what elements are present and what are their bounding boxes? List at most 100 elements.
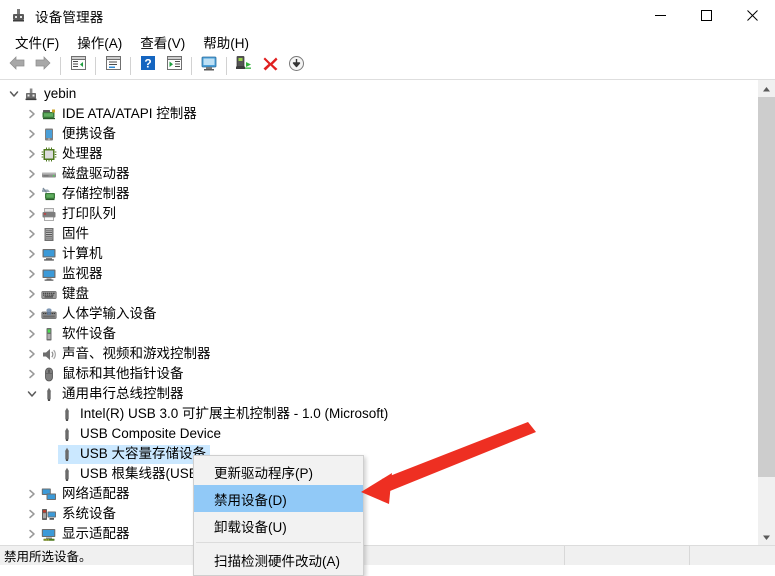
chevron-placeholder-icon: [42, 426, 58, 442]
close-button[interactable]: [729, 0, 775, 31]
tree-node-label: 网络适配器: [62, 486, 130, 501]
chevron-right-icon[interactable]: [24, 346, 40, 362]
scroll-up-button[interactable]: [758, 80, 775, 97]
ctx-disable-device[interactable]: 禁用设备(D): [194, 485, 363, 512]
context-menu[interactable]: 更新驱动程序(P) 禁用设备(D) 卸载设备(U) 扫描检测硬件改动(A): [193, 455, 364, 576]
scroll-up-arrow-icon: [762, 80, 771, 98]
toolbar-scan-list[interactable]: [161, 54, 187, 78]
device-manager-window: 设备管理器 文件(F) 操作(A) 查看(V) 帮助(H) ? yebin ID…: [0, 0, 775, 576]
menu-help[interactable]: 帮助(H): [194, 30, 258, 54]
toolbar-back[interactable]: [4, 54, 30, 78]
menu-view[interactable]: 查看(V): [131, 30, 194, 54]
tree-node-label: USB Composite Device: [80, 426, 222, 441]
chevron-right-icon[interactable]: [24, 326, 40, 342]
tree-node-17[interactable]: USB 大容量存储设备: [0, 444, 753, 464]
tree-node-label: 固件: [62, 226, 89, 241]
chevron-right-icon[interactable]: [24, 166, 40, 182]
chevron-right-icon[interactable]: [24, 526, 40, 542]
menu-file[interactable]: 文件(F): [6, 30, 68, 54]
menu-bar: 文件(F) 操作(A) 查看(V) 帮助(H): [0, 31, 775, 52]
tree-node-label: 键盘: [62, 286, 89, 301]
tree-node-3[interactable]: 磁盘驱动器: [0, 164, 753, 184]
tree-node-20[interactable]: 系统设备: [0, 504, 753, 524]
chevron-right-icon[interactable]: [24, 286, 40, 302]
tree-node-label: IDE ATA/ATAPI 控制器: [62, 106, 197, 121]
scrollbar-thumb[interactable]: [758, 97, 775, 477]
toolbar-update-driver[interactable]: [196, 54, 222, 78]
tree-node-label: yebin: [44, 86, 77, 101]
tree-node-4[interactable]: 存储控制器: [0, 184, 753, 204]
toolbar-properties[interactable]: [100, 54, 126, 78]
chevron-right-icon[interactable]: [24, 366, 40, 382]
chevron-right-icon[interactable]: [24, 126, 40, 142]
tree-node-label: 鼠标和其他指针设备: [62, 366, 184, 381]
usb-device-icon: [58, 406, 76, 422]
scroll-down-button[interactable]: [758, 528, 775, 545]
toolbar-scan-hardware[interactable]: [283, 54, 309, 78]
scrollbar-track[interactable]: [758, 97, 775, 528]
usb-device-icon: [58, 466, 76, 482]
chevron-right-icon[interactable]: [24, 226, 40, 242]
tree-node-16[interactable]: USB Composite Device: [0, 424, 753, 444]
tree-node-9[interactable]: 键盘: [0, 284, 753, 304]
ctx-update-driver[interactable]: 更新驱动程序(P): [194, 458, 363, 485]
tree-node-label: 声音、视频和游戏控制器: [62, 346, 211, 361]
maximize-button[interactable]: [683, 0, 729, 31]
toolbar-enable-device[interactable]: [231, 54, 257, 78]
software-device-icon: [40, 326, 58, 342]
tree-node-11[interactable]: 软件设备: [0, 324, 753, 344]
toolbar-uninstall-device[interactable]: [257, 54, 283, 78]
toolbar-help[interactable]: ?: [135, 54, 161, 78]
toolbar-console-tree[interactable]: [65, 54, 91, 78]
chevron-right-icon[interactable]: [24, 266, 40, 282]
ctx-uninstall-device[interactable]: 卸载设备(U): [194, 512, 363, 539]
svg-text:?: ?: [144, 57, 151, 71]
tree-node-6[interactable]: 固件: [0, 224, 753, 244]
tree-node-14[interactable]: 通用串行总线控制器: [0, 384, 753, 404]
chevron-right-icon[interactable]: [24, 486, 40, 502]
menu-action[interactable]: 操作(A): [68, 30, 131, 54]
tree-node-0[interactable]: IDE ATA/ATAPI 控制器: [0, 104, 753, 124]
chevron-right-icon[interactable]: [24, 206, 40, 222]
tree-node-19[interactable]: 网络适配器: [0, 484, 753, 504]
usb-device-icon: [58, 446, 76, 462]
tree-node-root[interactable]: yebin: [0, 84, 753, 104]
tree-node-15[interactable]: Intel(R) USB 3.0 可扩展主机控制器 - 1.0 (Microso…: [0, 404, 753, 424]
window-controls: [637, 0, 775, 31]
status-segment-2: [565, 546, 690, 565]
chevron-down-icon[interactable]: [6, 86, 22, 102]
chevron-right-icon[interactable]: [24, 246, 40, 262]
uninstall-device-icon: [262, 55, 279, 76]
tree-node-10[interactable]: 人体学输入设备: [0, 304, 753, 324]
properties-icon: [105, 55, 122, 76]
tree-node-label: 监视器: [62, 266, 103, 281]
tree-node-21[interactable]: 显示适配器: [0, 524, 753, 544]
tree-node-2[interactable]: 处理器: [0, 144, 753, 164]
chevron-right-icon[interactable]: [24, 186, 40, 202]
tree-node-13[interactable]: 鼠标和其他指针设备: [0, 364, 753, 384]
toolbar-forward[interactable]: [30, 54, 56, 78]
tree-node-12[interactable]: 声音、视频和游戏控制器: [0, 344, 753, 364]
chevron-right-icon[interactable]: [24, 146, 40, 162]
tree-node-5[interactable]: 打印队列: [0, 204, 753, 224]
device-tree[interactable]: yebin IDE ATA/ATAPI 控制器 便携设备处理器 磁盘驱动器存储控制器打…: [0, 80, 753, 545]
tree-node-18[interactable]: USB 根集线器(USB 3.0): [0, 464, 753, 484]
tree-node-label: 人体学输入设备: [62, 306, 157, 321]
display-adapter-icon: [40, 526, 58, 542]
chevron-right-icon[interactable]: [24, 306, 40, 322]
tree-node-8[interactable]: 监视器: [0, 264, 753, 284]
chevron-down-icon[interactable]: [24, 386, 40, 402]
minimize-button[interactable]: [637, 0, 683, 31]
tree-node-label: 存储控制器: [62, 186, 130, 201]
vertical-scrollbar[interactable]: [757, 80, 775, 545]
tree-node-7[interactable]: 计算机: [0, 244, 753, 264]
usb-device-icon: [58, 426, 76, 442]
chevron-right-icon[interactable]: [24, 506, 40, 522]
update-driver-icon: [200, 55, 219, 76]
minimize-icon: [654, 15, 666, 16]
tree-node-1[interactable]: 便携设备: [0, 124, 753, 144]
enable-device-icon: [235, 55, 253, 76]
tree-node-label: 便携设备: [62, 126, 116, 141]
chevron-right-icon[interactable]: [24, 106, 40, 122]
ctx-scan-hardware-changes[interactable]: 扫描检测硬件改动(A): [194, 546, 363, 573]
